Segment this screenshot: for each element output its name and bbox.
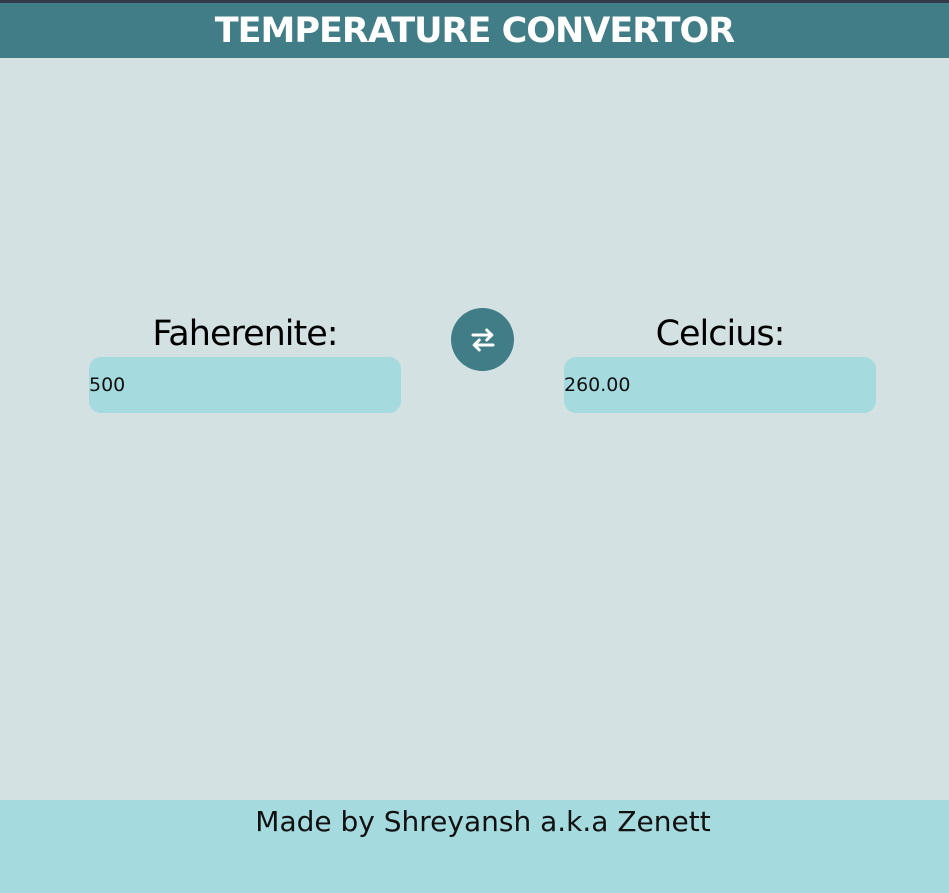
footer-credit: Made by Shreyansh a.k.a Zenett [255, 805, 711, 838]
app-header: TEMPERATURE CONVERTOR [0, 3, 949, 58]
fahrenheit-field-group: Faherenite: [89, 312, 401, 413]
page-title: TEMPERATURE CONVERTOR [214, 10, 736, 51]
fahrenheit-label: Faherenite: [152, 314, 338, 354]
converter-main: Faherenite: Celcius: [0, 58, 949, 800]
celsius-field-group: Celcius: [564, 312, 876, 413]
swap-arrows-icon [471, 328, 494, 351]
swap-button[interactable] [451, 308, 514, 371]
celsius-label: Celcius: [655, 314, 786, 354]
fahrenheit-input[interactable] [89, 357, 401, 413]
footer: Made by Shreyansh a.k.a Zenett [0, 800, 949, 893]
celsius-input[interactable] [564, 357, 876, 413]
